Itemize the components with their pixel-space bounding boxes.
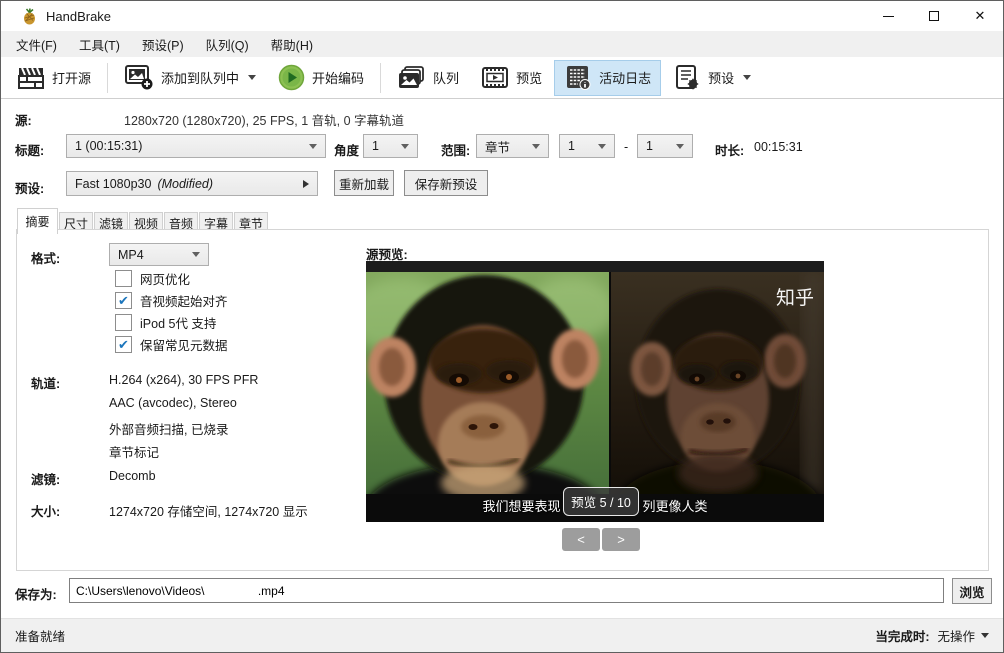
chimp-comparison-frame: 知乎 [366, 261, 824, 522]
chevron-down-icon [598, 144, 606, 149]
play-circle-icon [278, 64, 305, 91]
title-select[interactable]: 1 (00:15:31) [66, 134, 326, 158]
status-text: 准备就绪 [15, 626, 65, 645]
title-label: 标题: [15, 140, 44, 159]
handbrake-logo-icon [21, 8, 38, 25]
presets-button[interactable]: 预设 [663, 60, 761, 96]
start-encode-button[interactable]: 开始编码 [268, 60, 374, 96]
clapperboard-icon [17, 65, 45, 91]
handbrake-window: HandBrake ✕ 文件(F) 工具(T) 预设(P) 队列(Q) 帮助(H… [0, 0, 1004, 653]
keep-metadata-checkbox[interactable]: ✔ 保留常见元数据 [115, 335, 228, 354]
status-bar: 准备就绪 当完成时: 无操作 [1, 618, 1003, 652]
save-path-input[interactable] [69, 578, 944, 603]
angle-select[interactable]: 1 [363, 134, 418, 158]
film-preview-icon [481, 65, 509, 90]
menu-help[interactable]: 帮助(H) [260, 31, 324, 57]
preview-button[interactable]: 预览 [471, 60, 552, 96]
next-preview-button[interactable]: > [602, 528, 640, 551]
preset-select[interactable]: Fast 1080p30 (Modified) [66, 171, 318, 196]
menu-presets[interactable]: 预设(P) [131, 31, 195, 57]
subtitle-right-segment: 列更像人类 [643, 496, 708, 515]
size-label: 大小: [31, 501, 60, 520]
close-button[interactable]: ✕ [957, 1, 1003, 31]
close-icon: ✕ [975, 8, 986, 24]
duration-label: 时长: [715, 140, 744, 159]
maximize-icon [929, 11, 939, 21]
title-bar: HandBrake ✕ [1, 1, 1003, 31]
window-title: HandBrake [46, 9, 111, 24]
tab-summary[interactable]: 摘要 [17, 208, 58, 234]
checkbox-unchecked [115, 270, 132, 287]
queue-button[interactable]: 队列 [387, 60, 469, 96]
web-optimized-checkbox[interactable]: 网页优化 [115, 269, 190, 288]
minimize-icon [883, 16, 894, 17]
angle-label: 角度 [334, 140, 359, 159]
chevron-down-icon [401, 144, 409, 149]
checkbox-checked: ✔ [115, 336, 132, 353]
menu-queue[interactable]: 队列(Q) [195, 31, 260, 57]
chevron-down-icon [743, 75, 751, 80]
when-done-label: 当完成时: [875, 626, 929, 645]
previous-preview-button[interactable]: < [562, 528, 600, 551]
source-label: 源: [15, 110, 32, 129]
tracks-label: 轨道: [31, 373, 60, 392]
track-chapters: 章节标记 [109, 442, 159, 461]
filters-value: Decomb [109, 469, 156, 483]
source-preview-image: 知乎 我们想要表现 列更像人类 [366, 261, 824, 522]
chevron-down-icon [309, 144, 317, 149]
chevron-down-icon [981, 633, 989, 638]
zhihu-watermark: 知乎 [776, 287, 814, 309]
subtitle-left-segment: 我们想要表现 [482, 496, 560, 515]
format-select[interactable]: MP4 [109, 243, 209, 266]
menu-bar: 文件(F) 工具(T) 预设(P) 队列(Q) 帮助(H) [1, 31, 1003, 57]
checkbox-checked: ✔ [115, 292, 132, 309]
track-subtitle: 外部音频扫描, 已烧录 [109, 419, 228, 438]
save-new-preset-button[interactable]: 保存新预设 [404, 170, 488, 196]
track-audio: AAC (avcodec), Stereo [109, 396, 237, 410]
range-label: 范围: [441, 140, 470, 159]
range-to-select[interactable]: 1 [637, 134, 693, 158]
duration-value: 00:15:31 [754, 140, 803, 154]
photo-stack-icon [397, 65, 426, 91]
minimize-button[interactable] [865, 1, 911, 31]
range-from-select[interactable]: 1 [559, 134, 615, 158]
filters-label: 滤镜: [31, 469, 60, 488]
av-align-checkbox[interactable]: ✔ 音视频起始对齐 [115, 291, 228, 310]
ipod-support-checkbox[interactable]: iPod 5代 支持 [115, 313, 216, 332]
activity-log-icon [564, 64, 592, 91]
preview-counter-tooltip: 预览 5 / 10 [563, 487, 639, 516]
reload-preset-button[interactable]: 重新加载 [334, 170, 394, 196]
source-info: 1280x720 (1280x720), 25 FPS, 1 音轨, 0 字幕轨… [124, 110, 404, 129]
size-value: 1274x720 存储空间, 1274x720 显示 [109, 501, 308, 520]
add-to-queue-icon [124, 64, 154, 91]
activity-log-button[interactable]: 活动日志 [554, 60, 661, 96]
maximize-button[interactable] [911, 1, 957, 31]
chevron-down-icon [532, 144, 540, 149]
browse-button[interactable]: 浏览 [952, 578, 992, 604]
preset-gear-icon [673, 64, 701, 91]
preset-modified-flag: (Modified) [157, 177, 213, 191]
add-to-queue-button[interactable]: 添加到队列中 [114, 60, 266, 96]
chevron-down-icon [192, 252, 200, 257]
main-toolbar: 打开源 添加到队列中 开始编码 [1, 57, 1003, 99]
toolbar-separator [380, 63, 381, 93]
chevron-right-icon [303, 180, 309, 188]
chevron-down-icon [248, 75, 256, 80]
preset-label: 预设: [15, 178, 44, 197]
checkbox-unchecked [115, 314, 132, 331]
range-type-select[interactable]: 章节 [476, 134, 549, 158]
save-as-label: 保存为: [15, 584, 57, 603]
track-video: H.264 (x264), 30 FPS PFR [109, 373, 258, 387]
open-source-button[interactable]: 打开源 [7, 60, 101, 96]
toolbar-separator [107, 63, 108, 93]
when-done-select[interactable]: 无操作 [937, 626, 989, 645]
menu-file[interactable]: 文件(F) [5, 31, 68, 57]
chevron-down-icon [676, 144, 684, 149]
format-label: 格式: [31, 248, 60, 267]
menu-tools[interactable]: 工具(T) [68, 31, 131, 57]
range-separator: - [624, 140, 628, 154]
